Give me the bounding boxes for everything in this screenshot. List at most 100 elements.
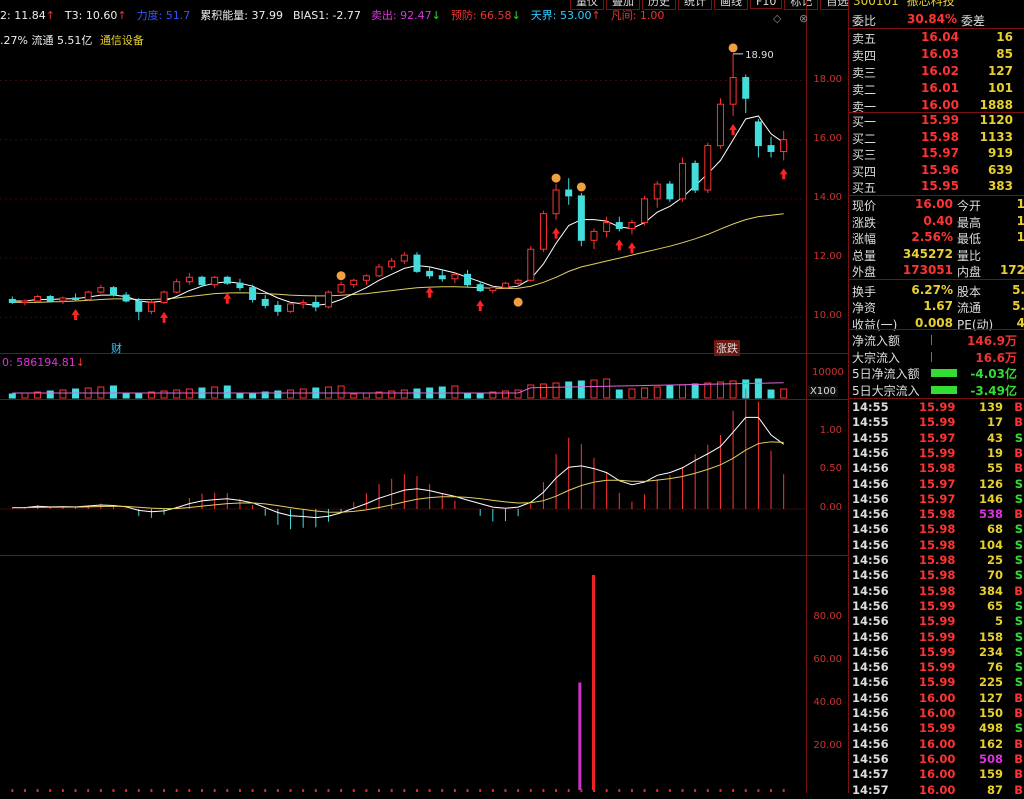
trade-row[interactable]: 14:56 15.99 76 S (849, 660, 1024, 676)
baseline-dot (782, 789, 785, 792)
finance-marker[interactable]: 财 (111, 340, 122, 356)
trade-row[interactable]: 14:56 15.97 146 S (849, 492, 1024, 508)
volume-bar (653, 386, 661, 399)
volume-bar (565, 381, 573, 399)
volume-bar (527, 384, 535, 399)
signal-dot-icon (513, 297, 523, 307)
trade-side: B (1014, 445, 1023, 460)
candlestick (72, 293, 80, 301)
candlestick (641, 195, 649, 226)
trade-row[interactable]: 14:56 15.99 158 S (849, 630, 1024, 646)
trade-row[interactable]: 14:56 15.98 70 S (849, 568, 1024, 584)
volume-bar (21, 392, 29, 399)
ask-row[interactable]: 卖二 16.01 101 (849, 81, 1024, 97)
trade-row[interactable]: 14:55 15.99 17 B (849, 415, 1024, 431)
trade-time: 14:56 (852, 522, 889, 537)
candlestick (704, 142, 712, 193)
bid-row[interactable]: 买一 15.99 1120 (849, 113, 1024, 129)
trade-side: S (1014, 491, 1023, 506)
trade-row[interactable]: 14:57 16.00 159 B (849, 767, 1024, 783)
trade-row[interactable]: 14:55 15.97 43 S (849, 431, 1024, 447)
candlestick (539, 210, 547, 253)
trade-row[interactable]: 14:56 15.98 538 B (849, 507, 1024, 523)
trade-volume: 127 (978, 690, 1003, 705)
buy-arrow-icon (779, 168, 788, 180)
quote-value2: 1 (1016, 197, 1024, 211)
trade-side: B (1014, 706, 1023, 720)
quote-row: 换手 6.27% 股本 5. (849, 283, 1024, 299)
baseline-dot (630, 789, 633, 792)
quote-value2: 172 (999, 263, 1024, 277)
ask-row[interactable]: 卖五 16.04 16 (849, 30, 1024, 46)
buy-arrow-icon (627, 242, 636, 254)
trade-row[interactable]: 14:56 15.98 104 S (849, 538, 1024, 554)
candlestick (223, 275, 231, 285)
ask-row[interactable]: 卖四 16.03 85 (849, 47, 1024, 63)
signal-dot-icon (576, 182, 586, 192)
trade-time: 14:56 (852, 491, 889, 506)
trade-time: 14:56 (852, 507, 889, 522)
bid-label: 买五 (852, 181, 877, 195)
trade-row[interactable]: 14:57 16.00 87 B (849, 783, 1024, 799)
flow-label: 5日大宗流入 (852, 383, 920, 398)
ask-label: 卖三 (852, 66, 877, 80)
trade-row[interactable]: 14:56 15.99 234 S (849, 645, 1024, 661)
limit-marker[interactable]: 涨跌 (714, 340, 740, 356)
baseline-dot (732, 789, 735, 792)
trade-row[interactable]: 14:56 15.99 19 B (849, 446, 1024, 462)
volume-bar (274, 390, 282, 399)
candlestick (388, 258, 396, 270)
volume-bar (691, 383, 699, 399)
trade-row[interactable]: 14:56 15.98 55 B (849, 461, 1024, 477)
trade-time: 14:56 (852, 721, 889, 736)
trade-price: 15.99 (919, 400, 956, 414)
flow-row: 5日大宗流入 -3.49亿 (849, 382, 1024, 398)
trade-row[interactable]: 14:56 16.00 127 B (849, 691, 1024, 707)
trade-row[interactable]: 14:56 15.98 68 S (849, 522, 1024, 538)
chart-area[interactable]: 2: 11.84↑ T3: 10.60↑ 力度: 51.7 累积能量: 37.99 BI… (0, 0, 891, 793)
stock-code: 300101 (853, 0, 899, 8)
trade-time: 14:56 (852, 675, 889, 690)
quote-label2: 内盘 (957, 265, 982, 279)
bid-row[interactable]: 买三 15.97 919 (849, 146, 1024, 162)
trade-volume: 19 (986, 445, 1003, 460)
trade-row[interactable]: 14:56 15.99 5 S (849, 614, 1024, 630)
bid-price: 15.96 (921, 162, 959, 177)
trade-price: 15.97 (919, 430, 956, 445)
baseline-dot (74, 789, 77, 792)
flow-label: 净流入额 (852, 334, 901, 348)
stock-name: 振芯科技 (906, 0, 955, 8)
bid-row[interactable]: 买五 15.95 383 (849, 179, 1024, 195)
candlestick (501, 281, 509, 290)
panel-separator (849, 28, 1024, 29)
trade-row[interactable]: 14:56 15.99 225 S (849, 675, 1024, 691)
quote-label: 涨跌 (852, 215, 877, 230)
trade-row[interactable]: 14:56 16.00 162 B (849, 737, 1024, 753)
trade-side: B (1014, 736, 1023, 751)
volume-bar (400, 389, 408, 399)
trade-side: S (1014, 430, 1023, 445)
trade-row[interactable]: 14:56 16.00 508 B (849, 752, 1024, 768)
bid-row[interactable]: 买四 15.96 639 (849, 163, 1024, 179)
close-icon[interactable]: ⊗ (799, 12, 808, 25)
diamond-icon[interactable]: ◇ (773, 12, 781, 25)
trade-row[interactable]: 14:56 15.99 498 S (849, 721, 1024, 737)
trade-row[interactable]: 14:56 15.99 65 S (849, 599, 1024, 615)
ask-label: 卖四 (852, 49, 877, 63)
baseline-dot (593, 789, 595, 792)
baseline-dot (276, 789, 279, 792)
baseline-dot (251, 789, 254, 792)
ask-row[interactable]: 卖三 16.02 127 (849, 64, 1024, 80)
buy-arrow-icon (729, 124, 738, 136)
trade-row[interactable]: 14:56 15.98 384 B (849, 584, 1024, 600)
trade-row[interactable]: 14:56 16.00 150 B (849, 706, 1024, 722)
candlestick (716, 98, 724, 149)
trade-price: 15.99 (919, 660, 956, 675)
trade-row[interactable]: 14:56 15.97 126 S (849, 477, 1024, 493)
flow-label: 大宗流入 (852, 350, 901, 365)
bid-label: 买一 (852, 115, 877, 129)
trade-row[interactable]: 14:55 15.99 139 B (849, 400, 1024, 416)
trade-row[interactable]: 14:56 15.98 25 S (849, 553, 1024, 569)
baseline-dot (744, 789, 747, 792)
bid-row[interactable]: 买二 15.98 1133 (849, 130, 1024, 146)
